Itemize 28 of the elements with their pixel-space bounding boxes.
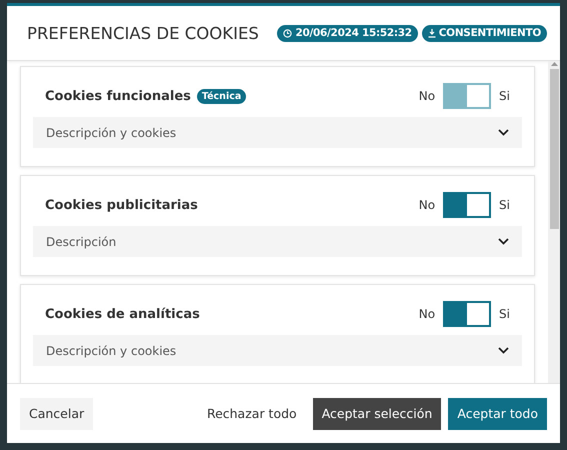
category-name: Cookies de analíticas	[45, 306, 200, 322]
scrollbar[interactable]	[548, 61, 560, 383]
details-toggle[interactable]: Descripción	[33, 226, 522, 257]
on-label: Si	[499, 198, 510, 212]
category-tag: Técnica	[196, 88, 246, 104]
consent-download-button[interactable]: CONSENTIMIENTO	[422, 24, 547, 42]
clock-icon	[283, 28, 292, 38]
chevron-icon	[498, 238, 509, 245]
on-label: Si	[499, 307, 510, 321]
toggle-switch[interactable]	[443, 301, 492, 327]
cancel-button[interactable]: Cancelar	[20, 398, 94, 430]
category-name: Cookies funcionales	[45, 88, 191, 104]
chevron-icon	[498, 129, 509, 136]
off-label: No	[418, 307, 436, 321]
category-name: Cookies publicitarias	[45, 198, 198, 212]
scroll-up-icon[interactable]	[550, 61, 558, 67]
accept-all-button[interactable]: Aceptar todo	[448, 398, 547, 430]
off-label: No	[418, 198, 436, 212]
details-toggle[interactable]: Descripción y cookies	[33, 335, 522, 366]
chevron-icon	[498, 347, 509, 354]
accept-selection-button[interactable]: Aceptar selección	[312, 398, 442, 430]
timestamp-badge[interactable]: 20/06/2024 15:52:32	[277, 24, 418, 42]
reject-all-button[interactable]: Rechazar todo	[198, 398, 306, 430]
toggle-switch[interactable]	[443, 192, 492, 218]
off-label: No	[418, 89, 436, 103]
dialog-title: PREFERENCIAS DE COOKIES	[27, 24, 259, 42]
on-label: Si	[499, 89, 510, 103]
download-icon	[428, 28, 436, 38]
